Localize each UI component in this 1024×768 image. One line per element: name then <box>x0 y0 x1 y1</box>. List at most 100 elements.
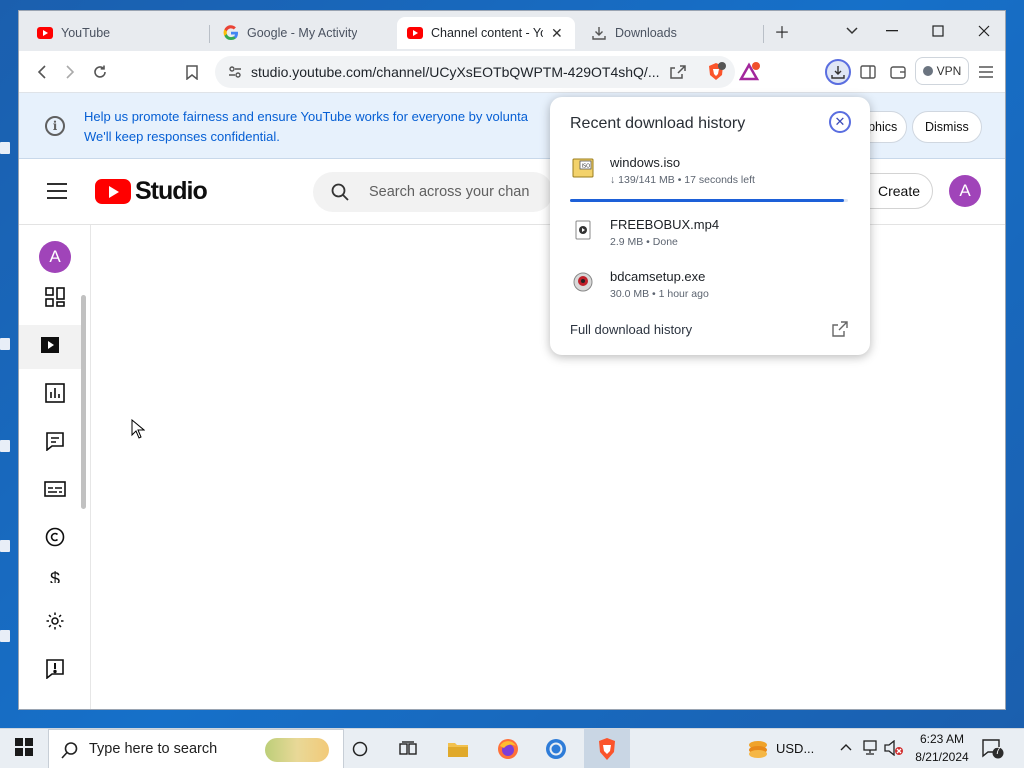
file-explorer-icon[interactable] <box>444 735 472 763</box>
bandicam-installer-icon <box>572 271 594 293</box>
windows-logo-icon <box>15 737 33 761</box>
nav-settings[interactable] <box>19 601 91 645</box>
volume-muted-icon[interactable] <box>884 739 904 759</box>
nav-comments[interactable] <box>19 421 91 465</box>
search-placeholder: Search across your chan <box>369 184 530 200</box>
tray-chevron-up-icon[interactable] <box>840 739 852 754</box>
nav-earn[interactable]: $ <box>19 563 91 584</box>
desktop-icon[interactable] <box>0 140 18 162</box>
clock-date[interactable]: 8/21/2024 <box>912 750 972 764</box>
menu-icon[interactable] <box>973 59 999 85</box>
close-tab-icon[interactable]: ✕ <box>551 25 563 42</box>
tab-google-my-activity[interactable]: Google - My Activity <box>213 17 395 49</box>
share-icon[interactable] <box>665 59 691 85</box>
taskbar-search-placeholder: Type here to search <box>89 741 218 757</box>
notification-count: 7 <box>995 746 1001 757</box>
iso-file-icon: ISO <box>572 157 594 179</box>
reload-icon[interactable] <box>87 59 113 85</box>
close-window-icon[interactable] <box>961 11 1005 51</box>
nav-content[interactable] <box>19 325 81 369</box>
dollar-icon: $ <box>49 568 60 584</box>
download-item[interactable]: bdcamsetup.exe 30.0 MB • 1 hour ago <box>570 267 850 315</box>
task-view-icon[interactable] <box>394 735 422 763</box>
desktop-icon[interactable] <box>0 336 18 358</box>
account-avatar[interactable]: A <box>949 175 981 207</box>
wallet-icon[interactable] <box>885 59 911 85</box>
maximize-icon[interactable] <box>915 11 961 51</box>
svg-text:ISO: ISO <box>582 164 591 170</box>
tab-youtube[interactable]: YouTube <box>27 17 207 49</box>
brave-browser-icon[interactable] <box>593 735 621 763</box>
subtitles-icon <box>44 480 66 502</box>
hamburger-menu-icon[interactable] <box>47 183 67 199</box>
task-view-cortana-icon[interactable] <box>346 735 374 763</box>
vpn-button[interactable]: VPN <box>915 57 969 85</box>
gear-icon <box>45 611 65 636</box>
minimize-icon[interactable] <box>869 11 915 51</box>
download-status: 2.9 MB • Done <box>610 236 678 248</box>
clock-time[interactable]: 6:23 AM <box>916 732 968 746</box>
site-settings-icon[interactable] <box>227 64 243 83</box>
nav-analytics[interactable] <box>19 373 91 417</box>
currency-widget-label[interactable]: USD... <box>776 741 814 756</box>
chrome-icon[interactable] <box>542 735 570 763</box>
download-filename: FREEBOBUX.mp4 <box>610 217 720 232</box>
download-status: ↓ 139/141 MB • 17 seconds left <box>610 174 755 186</box>
dashboard-icon <box>45 286 65 312</box>
create-label: Create <box>878 183 921 199</box>
brave-rewards-icon[interactable] <box>737 59 763 85</box>
tab-downloads[interactable]: Downloads <box>581 17 761 49</box>
nav-send-feedback[interactable] <box>19 649 91 693</box>
download-progress-fill <box>570 199 845 202</box>
popup-title: Recent download history <box>570 115 746 132</box>
desktop-icon[interactable] <box>0 438 18 460</box>
comments-icon <box>45 431 65 456</box>
nav-copyright[interactable] <box>19 517 91 561</box>
usd-currency-icon[interactable] <box>744 735 772 763</box>
info-icon: i <box>45 116 65 136</box>
address-bar[interactable]: studio.youtube.com/channel/UCyXsEOTbQWPT… <box>215 56 735 88</box>
url-text: studio.youtube.com/channel/UCyXsEOTbQWPT… <box>251 64 660 80</box>
desktop-icon[interactable] <box>0 538 18 560</box>
channel-avatar[interactable]: A <box>39 241 71 273</box>
nav-dashboard[interactable] <box>19 277 91 321</box>
analytics-icon <box>45 382 65 408</box>
copyright-icon <box>45 527 65 552</box>
download-item[interactable]: FREEBOBUX.mp4 2.9 MB • Done <box>570 215 850 263</box>
bookmark-icon[interactable] <box>179 59 205 85</box>
studio-logo[interactable]: Studio <box>95 177 208 206</box>
dismiss-button[interactable]: Dismiss <box>912 111 982 143</box>
download-history-popup: Recent download history ✕ ISO windows.is… <box>550 97 870 355</box>
tab-channel-content[interactable]: Channel content - Yo ✕ <box>397 17 575 49</box>
taskbar-search-box[interactable]: Type here to search <box>48 729 344 768</box>
network-icon[interactable] <box>862 740 880 759</box>
nav-subtitles[interactable] <box>19 469 91 513</box>
brave-shields-icon[interactable] <box>703 59 729 85</box>
studio-search-input[interactable]: Search across your chan <box>313 172 553 212</box>
studio-sidenav: A $ <box>19 225 91 709</box>
studio-logo-text: Studio <box>135 177 208 205</box>
banner-message-line1: Help us promote fairness and ensure YouT… <box>84 109 528 124</box>
banner-message-line2: We'll keep responses confidential. <box>84 129 280 144</box>
desktop-icon[interactable] <box>0 628 18 650</box>
tab-title: Channel content - Yo <box>431 26 543 40</box>
downloads-toolbar-icon[interactable] <box>825 59 851 85</box>
search-icon <box>61 741 79 763</box>
tab-title: Downloads <box>615 26 677 40</box>
full-download-history-link[interactable]: Full download history <box>570 322 692 337</box>
download-item[interactable]: ISO windows.iso ↓ 139/141 MB • 17 second… <box>570 153 850 202</box>
youtube-favicon-icon <box>407 25 423 41</box>
start-button[interactable] <box>0 729 48 768</box>
open-external-icon[interactable] <box>832 321 848 342</box>
new-tab-icon[interactable]: ＋ <box>759 11 805 51</box>
sidebar-toggle-icon[interactable] <box>855 59 881 85</box>
close-popup-icon[interactable]: ✕ <box>829 111 851 133</box>
browser-window: YouTube Google - My Activity Channel con… <box>18 10 1006 710</box>
mouse-cursor-icon <box>131 418 146 444</box>
forward-icon[interactable] <box>57 59 83 85</box>
windows-taskbar: Type here to search USD... 6:23 AM 8/21/… <box>0 728 1024 768</box>
firefox-icon[interactable] <box>494 735 522 763</box>
download-status: 30.0 MB • 1 hour ago <box>610 288 709 300</box>
back-icon[interactable] <box>29 59 55 85</box>
download-filename: bdcamsetup.exe <box>610 269 706 284</box>
